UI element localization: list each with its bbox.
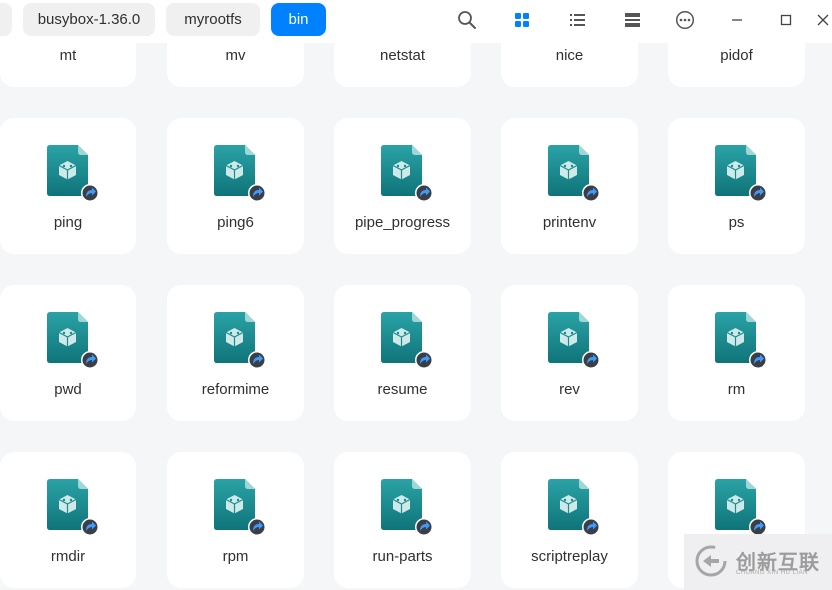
- breadcrumb-previous[interactable]: [0, 3, 12, 36]
- icon-view-button[interactable]: [507, 6, 537, 34]
- file-item[interactable]: printenv: [501, 118, 638, 254]
- file-name: pidof: [720, 47, 753, 64]
- file-name: mv: [225, 47, 246, 64]
- file-name: pipe_progress: [354, 214, 451, 231]
- minimize-button[interactable]: [722, 6, 752, 34]
- file-name: rev: [559, 381, 580, 398]
- title-bar: busybox-1.36.0 myrootfs bin: [0, 0, 832, 43]
- more-button[interactable]: [670, 6, 700, 34]
- executable-symlink-icon: [46, 479, 102, 537]
- executable-symlink-icon: [547, 479, 603, 537]
- file-name: reformime: [201, 381, 270, 398]
- executable-symlink-icon: [714, 145, 770, 203]
- executable-symlink-icon: [380, 312, 436, 370]
- file-item[interactable]: scriptreplay: [501, 452, 638, 588]
- file-item[interactable]: rev: [501, 285, 638, 421]
- file-item[interactable]: rmdir: [0, 452, 136, 588]
- file-name: pwd: [54, 381, 82, 398]
- executable-symlink-icon: [547, 145, 603, 203]
- minimize-icon: [732, 19, 742, 21]
- executable-symlink-icon: [46, 145, 102, 203]
- close-icon: [817, 14, 829, 26]
- search-icon: [458, 11, 476, 29]
- executable-symlink-icon: [46, 312, 102, 370]
- file-name: printenv: [542, 214, 597, 231]
- breadcrumb-item[interactable]: myrootfs: [166, 3, 260, 36]
- executable-symlink-icon: [380, 145, 436, 203]
- file-item[interactable]: resume: [334, 285, 471, 421]
- details-view-button[interactable]: [617, 6, 647, 34]
- more-icon: [675, 10, 695, 30]
- executable-symlink-icon: [213, 312, 269, 370]
- file-name: run-parts: [372, 548, 433, 565]
- executable-symlink-icon: [380, 479, 436, 537]
- file-name: scriptreplay: [531, 548, 608, 565]
- list-view-icon: [569, 14, 585, 26]
- breadcrumb-current[interactable]: bin: [271, 3, 326, 36]
- maximize-icon: [780, 14, 792, 26]
- executable-symlink-icon: [547, 312, 603, 370]
- file-item[interactable]: ping6: [167, 118, 304, 254]
- details-view-icon: [624, 13, 640, 27]
- file-name: mt: [59, 47, 77, 64]
- executable-symlink-icon: [714, 312, 770, 370]
- executable-symlink-icon: [213, 145, 269, 203]
- file-item[interactable]: pwd: [0, 285, 136, 421]
- file-item[interactable]: run-parts: [334, 452, 471, 588]
- file-name: ps: [728, 214, 745, 231]
- executable-symlink-icon: [714, 479, 770, 537]
- file-grid: mt mv netstat nice pidof ping ping6 pipe_p…: [0, 0, 832, 590]
- file-item[interactable]: pipe_progress: [334, 118, 471, 254]
- watermark-emblem-icon: [695, 545, 727, 577]
- breadcrumb-item[interactable]: busybox-1.36.0: [23, 3, 155, 36]
- file-item[interactable]: ps: [668, 118, 805, 254]
- file-item[interactable]: rpm: [167, 452, 304, 588]
- watermark-subtext: CHUANG XIN HU LIAN: [736, 570, 809, 576]
- file-item[interactable]: ping: [0, 118, 136, 254]
- icon-view-icon: [515, 13, 529, 27]
- file-name: nice: [555, 47, 584, 64]
- file-name: netstat: [379, 47, 426, 64]
- watermark-logo: 创新互联 CHUANG XIN HU LIAN: [684, 534, 832, 590]
- search-button[interactable]: [452, 6, 482, 34]
- file-name: rm: [727, 381, 746, 398]
- file-item[interactable]: rm: [668, 285, 805, 421]
- list-view-button[interactable]: [562, 6, 592, 34]
- maximize-button[interactable]: [771, 6, 801, 34]
- file-item[interactable]: reformime: [167, 285, 304, 421]
- executable-symlink-icon: [213, 479, 269, 537]
- file-name: rmdir: [50, 548, 86, 565]
- close-button[interactable]: [816, 6, 832, 34]
- file-name: rpm: [222, 548, 249, 565]
- file-name: ping6: [217, 214, 254, 231]
- file-name: resume: [377, 381, 428, 398]
- file-name: ping: [53, 214, 83, 231]
